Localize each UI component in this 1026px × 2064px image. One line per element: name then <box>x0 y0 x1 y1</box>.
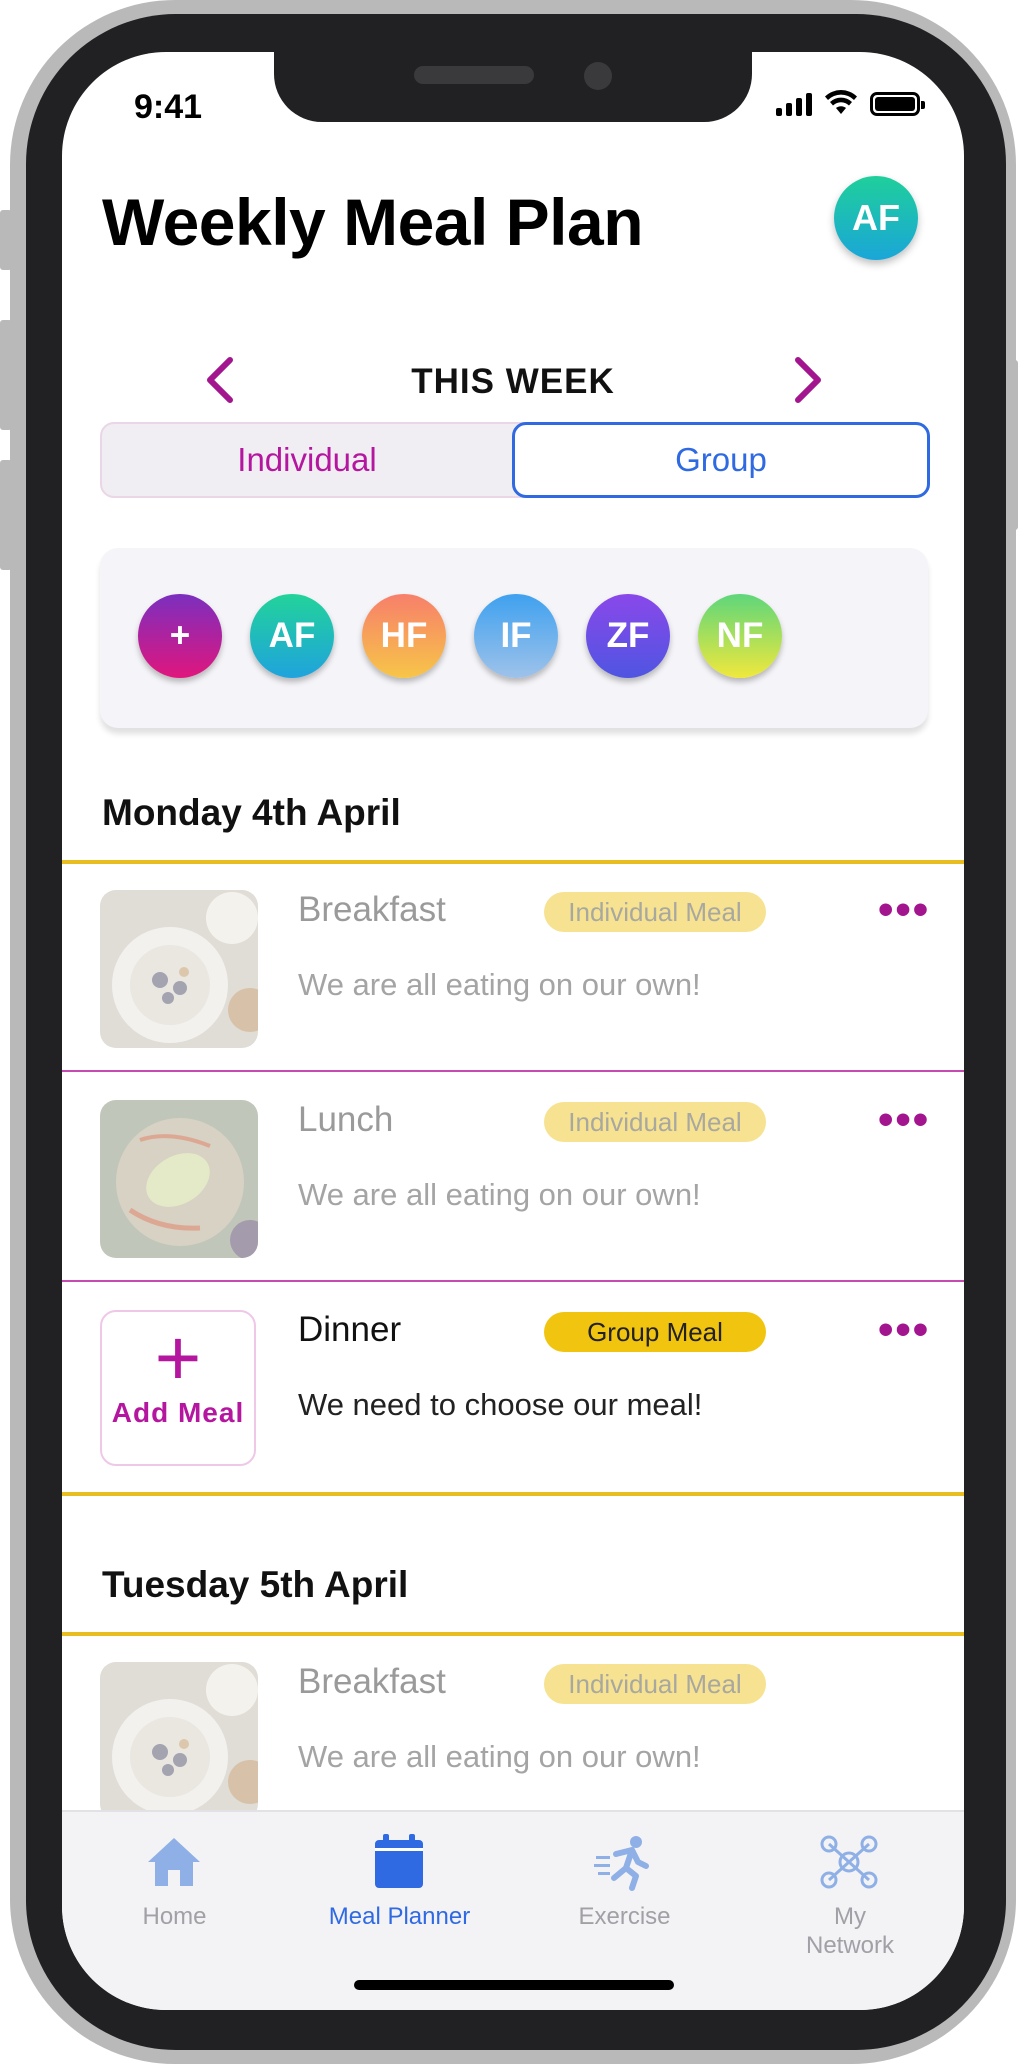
tab-exercise[interactable]: Exercise <box>512 1812 737 1972</box>
status-time: 9:41 <box>134 88 203 126</box>
next-week-button[interactable] <box>778 352 838 412</box>
signal-icon <box>776 90 812 116</box>
meal-description: We need to choose our meal! <box>298 1387 703 1422</box>
meal-type-badge: Individual Meal <box>544 1664 766 1704</box>
plan-type-segmented-control: Individual Group <box>100 422 930 498</box>
divider <box>62 860 964 864</box>
volume-down-button <box>0 460 12 570</box>
more-options-icon[interactable]: ••• <box>878 888 930 932</box>
tab-meal-planner[interactable]: Meal Planner <box>287 1812 512 1972</box>
member-avatar[interactable]: IF <box>474 594 558 678</box>
tab-label: Exercise <box>578 1903 671 1930</box>
divider <box>62 1492 964 1496</box>
home-indicator <box>354 1980 674 1990</box>
battery-icon <box>870 92 925 116</box>
segment-individual[interactable]: Individual <box>102 424 512 496</box>
meal-name: Breakfast <box>298 1662 446 1701</box>
running-icon <box>594 1836 649 1891</box>
member-avatar[interactable]: AF <box>250 594 334 678</box>
add-member-button[interactable]: + <box>138 594 222 678</box>
meal-description: We are all eating on our own! <box>298 1739 701 1774</box>
divider <box>62 1070 964 1072</box>
week-navigation: THIS WEEK <box>62 352 964 412</box>
meal-image <box>100 1662 258 1820</box>
more-options-icon[interactable]: ••• <box>878 1098 930 1142</box>
tab-my-network[interactable]: My Network <box>737 1812 962 1972</box>
divider <box>62 1632 964 1636</box>
meal-name: Lunch <box>298 1100 394 1139</box>
speaker <box>414 66 534 84</box>
member-avatar[interactable]: NF <box>698 594 782 678</box>
power-button <box>1006 360 1018 530</box>
meal-type-badge: Individual Meal <box>544 1102 766 1142</box>
meal-image <box>100 1100 258 1258</box>
group-members-panel: + AF HF IF ZF NF <box>100 548 928 728</box>
member-avatar[interactable]: HF <box>362 594 446 678</box>
mute-switch <box>0 210 12 270</box>
meal-type-badge: Group Meal <box>544 1312 766 1352</box>
meal-description: We are all eating on our own! <box>298 1177 701 1212</box>
status-icons <box>776 90 925 116</box>
user-avatar[interactable]: AF <box>834 176 918 260</box>
tab-label: Meal Planner <box>328 1903 471 1930</box>
divider <box>62 1280 964 1282</box>
page-title: Weekly Meal Plan <box>102 185 644 259</box>
notch <box>274 52 752 122</box>
tab-home[interactable]: Home <box>62 1812 287 1972</box>
volume-up-button <box>0 320 12 430</box>
plus-icon: + <box>154 1313 202 1402</box>
calendar-icon <box>375 1834 423 1888</box>
add-meal-label: Add Meal <box>111 1397 245 1428</box>
member-avatar[interactable]: ZF <box>586 594 670 678</box>
tab-label: Home <box>142 1903 207 1930</box>
screen: 9:41 Weekly Meal Plan AF THIS WEEK Indiv… <box>62 52 964 2010</box>
meal-type-badge: Individual Meal <box>544 892 766 932</box>
chevron-right-icon <box>795 357 821 403</box>
network-icon <box>820 1835 878 1889</box>
add-meal-button[interactable]: + Add Meal <box>100 1310 256 1466</box>
home-icon <box>148 1838 200 1886</box>
meal-name: Dinner <box>298 1310 402 1349</box>
segment-group[interactable]: Group <box>512 422 930 498</box>
day-heading: Tuesday 5th April <box>102 1564 409 1605</box>
meal-name: Breakfast <box>298 890 446 929</box>
tab-label: My Network <box>805 1903 895 1959</box>
front-camera <box>584 62 612 90</box>
more-options-icon[interactable]: ••• <box>878 1308 930 1352</box>
meal-image <box>100 890 258 1048</box>
meal-description: We are all eating on our own! <box>298 967 701 1002</box>
day-heading: Monday 4th April <box>102 792 401 833</box>
wifi-icon <box>825 90 857 114</box>
